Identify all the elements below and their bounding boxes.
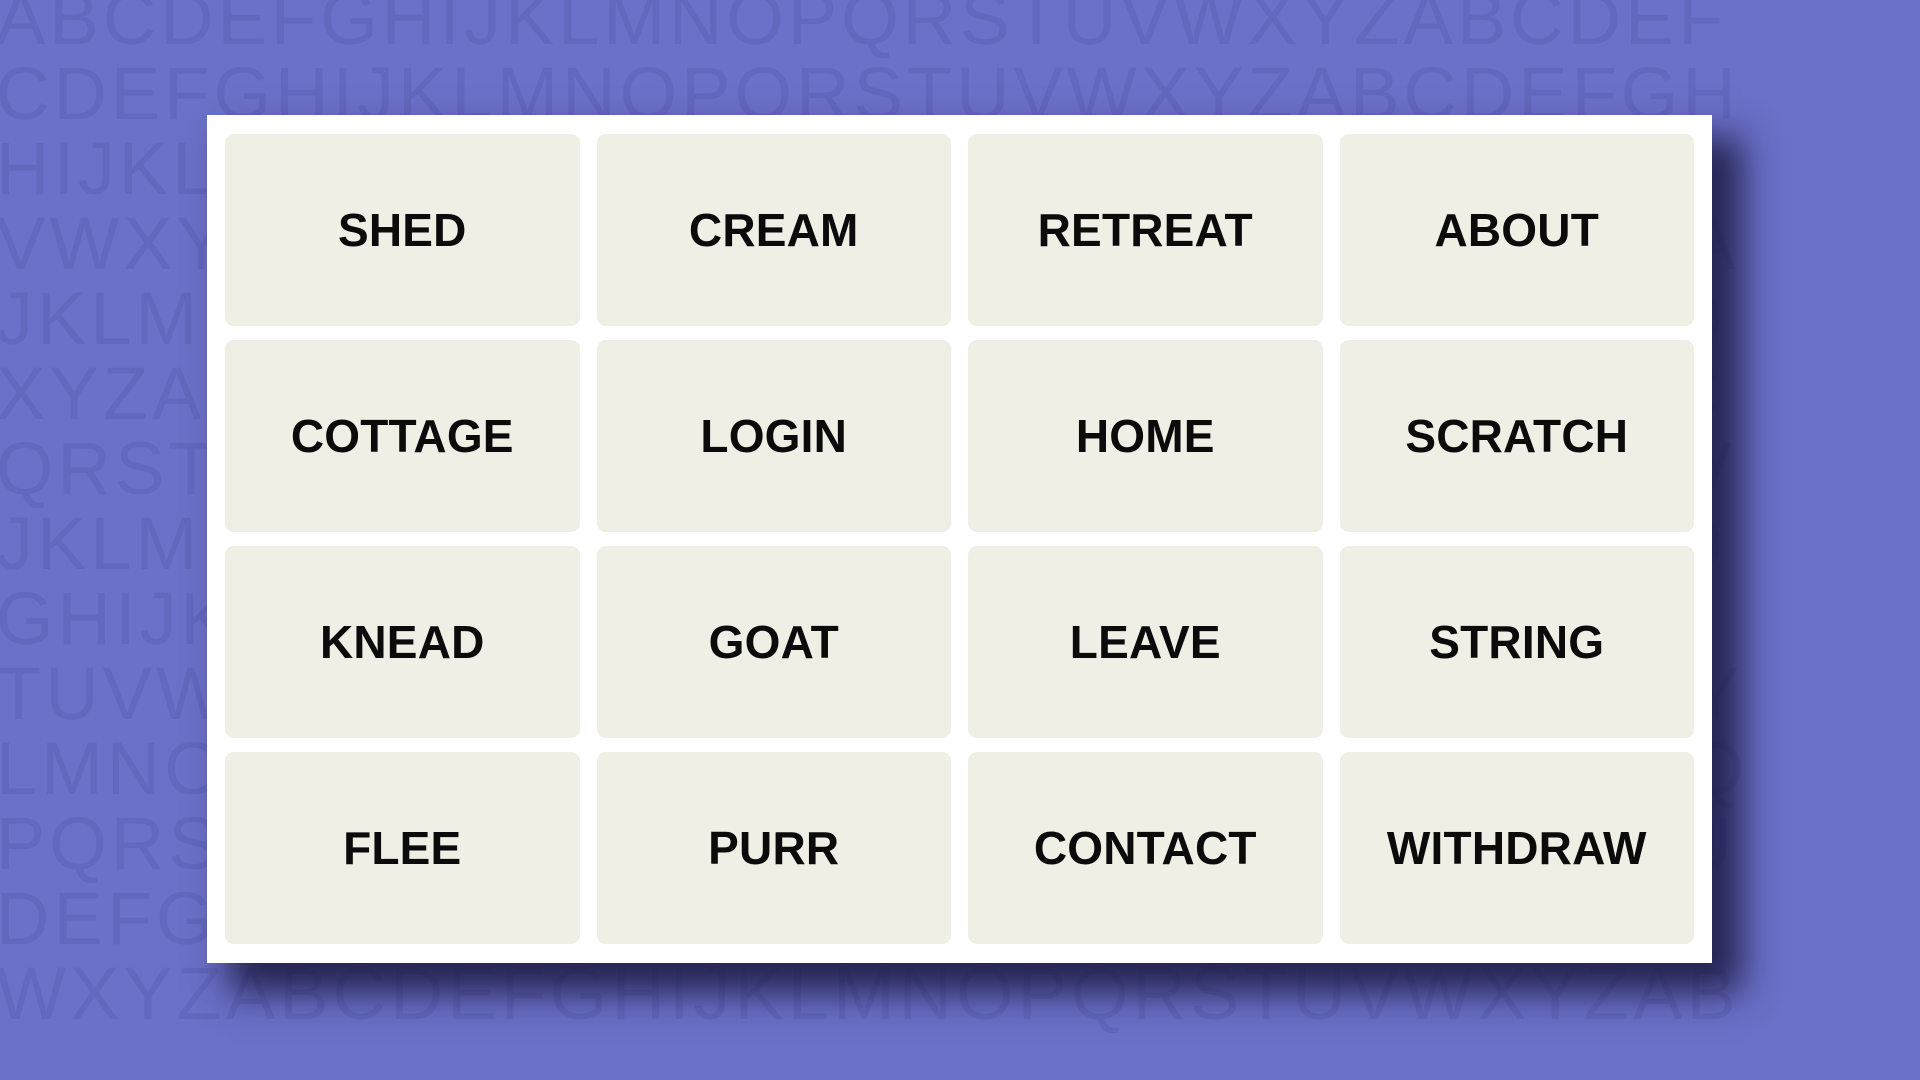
word-tile[interactable]: RETREAT bbox=[968, 134, 1323, 326]
word-tile-label: LOGIN bbox=[700, 410, 848, 462]
background-pattern-row: WXYZABCDEFGHIJKLMNOPQRSTUVWXYZAB bbox=[0, 952, 1740, 1035]
word-tile-label: SCRATCH bbox=[1405, 410, 1629, 462]
word-tile-label: GOAT bbox=[708, 616, 839, 668]
word-tile[interactable]: STRING bbox=[1339, 546, 1694, 738]
word-tile[interactable]: HOME bbox=[968, 340, 1323, 532]
word-tile[interactable]: ABOUT bbox=[1339, 134, 1694, 326]
word-tile[interactable]: KNEAD bbox=[225, 546, 580, 738]
word-tile-label: FLEE bbox=[343, 822, 462, 874]
word-tile[interactable]: FLEE bbox=[225, 752, 580, 944]
word-tile-label: KNEAD bbox=[319, 616, 485, 668]
puzzle-board-card: SHED CREAM RETREAT ABOUT COTTAGE LOGIN HOME SCR… bbox=[207, 115, 1712, 963]
word-tile-label: HOME bbox=[1075, 410, 1215, 462]
word-tile-label: SHED bbox=[337, 204, 467, 256]
word-tile-grid: SHED CREAM RETREAT ABOUT COTTAGE LOGIN HOME SCR… bbox=[225, 134, 1694, 944]
word-tile[interactable]: PURR bbox=[596, 752, 951, 944]
word-tile[interactable]: LOGIN bbox=[596, 340, 951, 532]
word-tile-label: STRING bbox=[1429, 616, 1605, 668]
word-tile-label: WITHDRAW bbox=[1386, 822, 1647, 874]
background-pattern-row: ABCDEFGHIJKLMNOPQRSTUVWXYZABCDEF bbox=[0, 0, 1728, 60]
word-tile[interactable]: GOAT bbox=[596, 546, 951, 738]
word-tile[interactable]: WITHDRAW bbox=[1339, 752, 1694, 944]
word-tile-label: LEAVE bbox=[1069, 616, 1221, 668]
word-tile[interactable]: LEAVE bbox=[968, 546, 1323, 738]
word-tile[interactable]: CREAM bbox=[596, 134, 951, 326]
word-tile-label: CREAM bbox=[688, 204, 859, 256]
word-tile-label: COTTAGE bbox=[290, 410, 514, 462]
word-tile[interactable]: SCRATCH bbox=[1339, 340, 1694, 532]
word-tile[interactable]: COTTAGE bbox=[225, 340, 580, 532]
word-tile-label: ABOUT bbox=[1434, 204, 1600, 256]
word-tile-label: CONTACT bbox=[1033, 822, 1257, 874]
word-tile-label: PURR bbox=[708, 822, 840, 874]
word-tile[interactable]: SHED bbox=[225, 134, 580, 326]
word-tile[interactable]: CONTACT bbox=[968, 752, 1323, 944]
word-tile-label: RETREAT bbox=[1037, 204, 1253, 256]
